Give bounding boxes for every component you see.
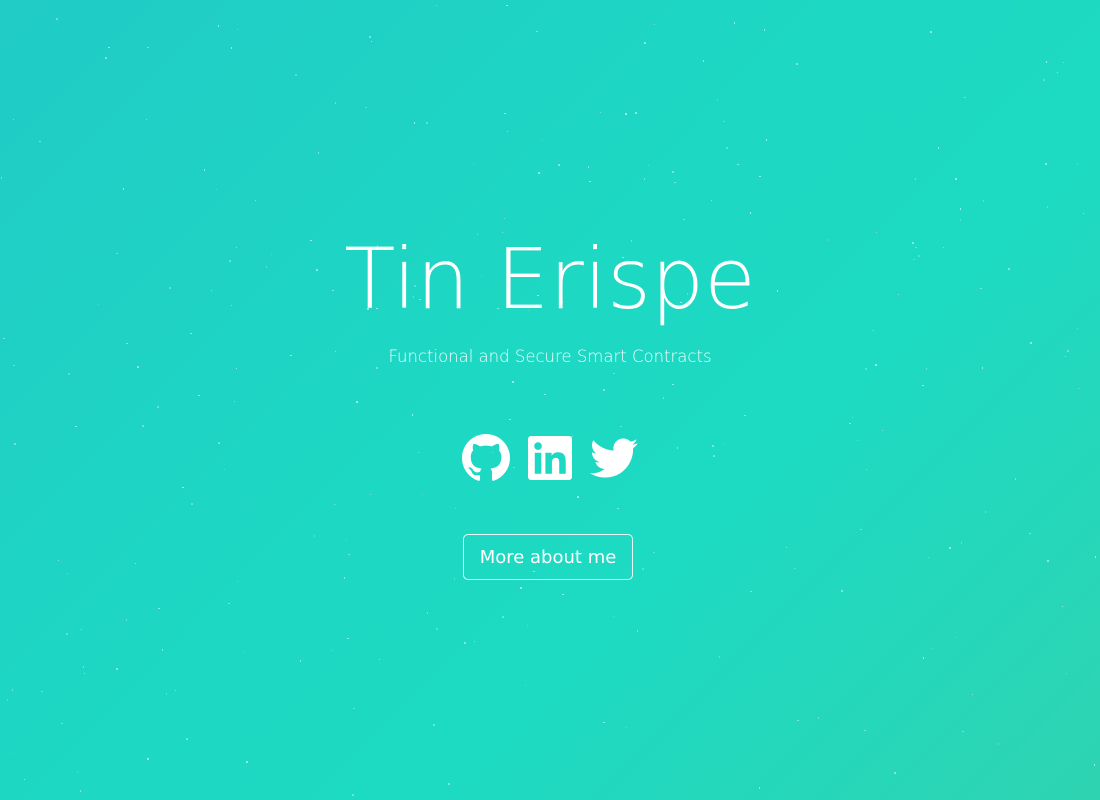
hero-section: Tin Erispe Functional and Secure Smart C…	[0, 0, 1100, 800]
page-title: Tin Erispe	[344, 230, 756, 328]
linkedin-link[interactable]	[526, 434, 574, 482]
page-subtitle: Functional and Secure Smart Contracts	[388, 347, 712, 366]
social-links	[0, 434, 1100, 482]
github-icon	[462, 434, 510, 481]
twitter-link[interactable]	[590, 434, 638, 482]
linkedin-icon	[528, 436, 572, 480]
more-about-me-button[interactable]: More about me	[463, 534, 633, 580]
twitter-icon	[590, 438, 638, 478]
github-link[interactable]	[462, 434, 510, 482]
